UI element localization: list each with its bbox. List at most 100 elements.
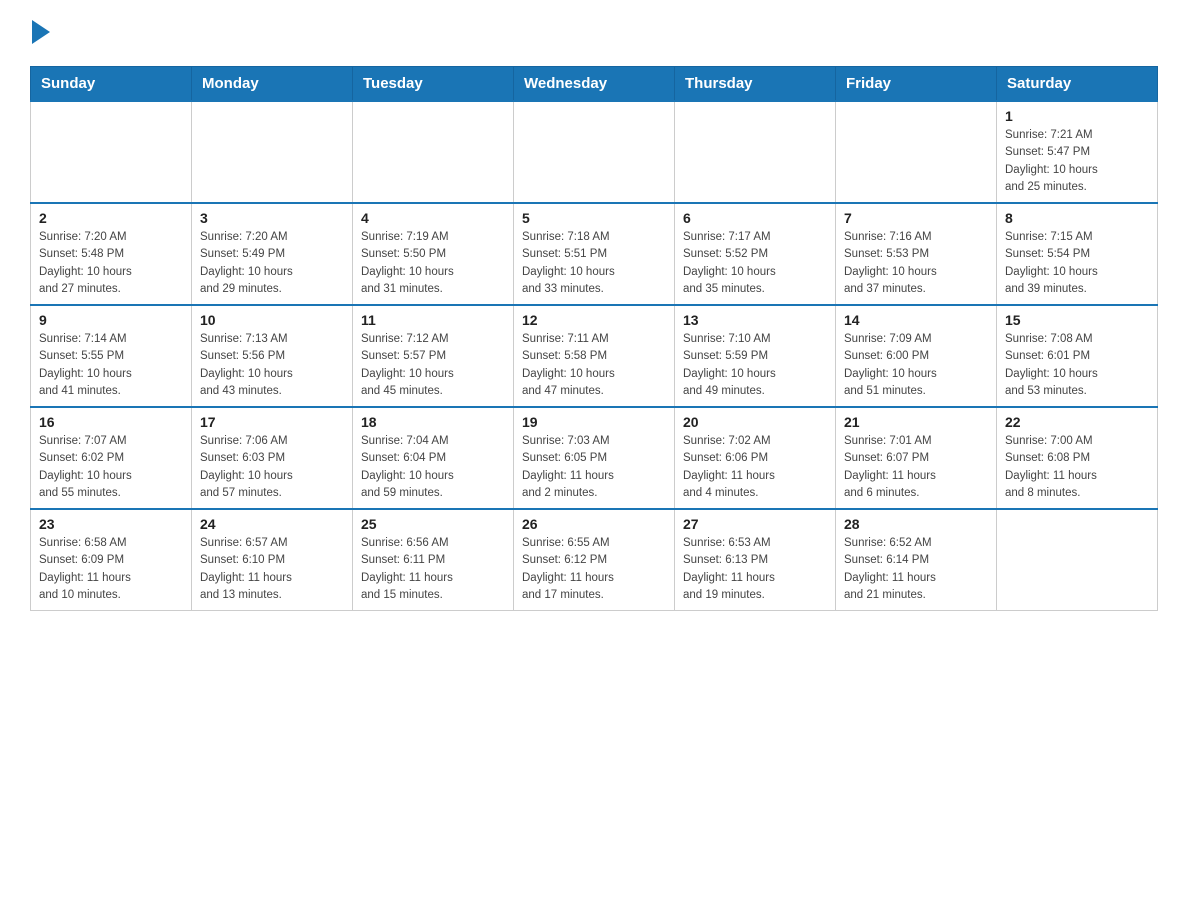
table-row: 26 Sunrise: 6:55 AMSunset: 6:12 PMDayligh… — [514, 509, 675, 611]
col-thursday: Thursday — [675, 67, 836, 102]
day-number: 3 — [200, 210, 344, 226]
col-tuesday: Tuesday — [353, 67, 514, 102]
day-number: 24 — [200, 516, 344, 532]
table-row: 20Sunrise: 7:02 AMSunset: 6:06 PMDayligh… — [675, 407, 836, 509]
day-number: 11 — [361, 312, 505, 328]
day-info: Sunrise: 6:56 AMSunset: 6:11 PMDaylight:… — [361, 535, 505, 604]
day-info: Sunrise: 7:10 AMSunset: 5:59 PMDaylight:… — [683, 331, 827, 400]
calendar-week-row: 2 Sunrise: 7:20 AMSunset: 5:48 PMDaylight… — [31, 203, 1158, 305]
table-row: 18 Sunrise: 7:04 AMSunset: 6:04 PMDayligh… — [353, 407, 514, 509]
table-row: 16 Sunrise: 7:07 AMSunset: 6:02 PMDayligh… — [31, 407, 192, 509]
table-row: 11 Sunrise: 7:12 AMSunset: 5:57 PMDayligh… — [353, 305, 514, 407]
day-info: Sunrise: 7:08 AMSunset: 6:01 PMDaylight:… — [1005, 331, 1149, 400]
table-row: 15 Sunrise: 7:08 AMSunset: 6:01 PMDayligh… — [997, 305, 1158, 407]
day-number: 21 — [844, 414, 988, 430]
table-row: 14 Sunrise: 7:09 AMSunset: 6:00 PMDayligh… — [836, 305, 997, 407]
table-row: 17 Sunrise: 7:06 AMSunset: 6:03 PMDayligh… — [192, 407, 353, 509]
day-info: Sunrise: 7:20 AMSunset: 5:48 PMDaylight:… — [39, 229, 183, 298]
day-info: Sunrise: 7:02 AMSunset: 6:06 PMDaylight:… — [683, 433, 827, 502]
table-row: 23 Sunrise: 6:58 AMSunset: 6:09 PMDayligh… — [31, 509, 192, 611]
calendar-week-row: 23 Sunrise: 6:58 AMSunset: 6:09 PMDayligh… — [31, 509, 1158, 611]
day-number: 14 — [844, 312, 988, 328]
day-info: Sunrise: 6:58 AMSunset: 6:09 PMDaylight:… — [39, 535, 183, 604]
table-row: 10 Sunrise: 7:13 AMSunset: 5:56 PMDayligh… — [192, 305, 353, 407]
day-number: 17 — [200, 414, 344, 430]
table-row: 8 Sunrise: 7:15 AMSunset: 5:54 PMDaylight… — [997, 203, 1158, 305]
day-info: Sunrise: 7:06 AMSunset: 6:03 PMDaylight:… — [200, 433, 344, 502]
day-number: 25 — [361, 516, 505, 532]
calendar-week-row: 9 Sunrise: 7:14 AMSunset: 5:55 PMDaylight… — [31, 305, 1158, 407]
day-info: Sunrise: 6:55 AMSunset: 6:12 PMDaylight:… — [522, 535, 666, 604]
col-monday: Monday — [192, 67, 353, 102]
day-number: 9 — [39, 312, 183, 328]
day-info: Sunrise: 6:52 AMSunset: 6:14 PMDaylight:… — [844, 535, 988, 604]
calendar-week-row: 1 Sunrise: 7:21 AMSunset: 5:47 PMDaylight… — [31, 101, 1158, 203]
day-info: Sunrise: 7:21 AMSunset: 5:47 PMDaylight:… — [1005, 127, 1149, 196]
table-row — [997, 509, 1158, 611]
table-row: 21 Sunrise: 7:01 AMSunset: 6:07 PMDayligh… — [836, 407, 997, 509]
day-info: Sunrise: 7:01 AMSunset: 6:07 PMDaylight:… — [844, 433, 988, 502]
day-info: Sunrise: 7:17 AMSunset: 5:52 PMDaylight:… — [683, 229, 827, 298]
day-number: 18 — [361, 414, 505, 430]
logo — [30, 20, 50, 46]
calendar-header-row: Sunday Monday Tuesday Wednesday Thursday… — [31, 67, 1158, 102]
day-info: Sunrise: 7:20 AMSunset: 5:49 PMDaylight:… — [200, 229, 344, 298]
day-number: 16 — [39, 414, 183, 430]
day-number: 1 — [1005, 108, 1149, 124]
day-number: 6 — [683, 210, 827, 226]
logo-triangle-icon — [32, 20, 50, 44]
table-row: 5 Sunrise: 7:18 AMSunset: 5:51 PMDaylight… — [514, 203, 675, 305]
table-row: 1 Sunrise: 7:21 AMSunset: 5:47 PMDaylight… — [997, 101, 1158, 203]
table-row — [675, 101, 836, 203]
day-number: 10 — [200, 312, 344, 328]
table-row: 24Sunrise: 6:57 AMSunset: 6:10 PMDayligh… — [192, 509, 353, 611]
table-row — [836, 101, 997, 203]
day-number: 7 — [844, 210, 988, 226]
day-info: Sunrise: 7:15 AMSunset: 5:54 PMDaylight:… — [1005, 229, 1149, 298]
col-saturday: Saturday — [997, 67, 1158, 102]
table-row — [514, 101, 675, 203]
table-row: 9 Sunrise: 7:14 AMSunset: 5:55 PMDaylight… — [31, 305, 192, 407]
day-number: 27 — [683, 516, 827, 532]
table-row — [353, 101, 514, 203]
table-row: 28Sunrise: 6:52 AMSunset: 6:14 PMDayligh… — [836, 509, 997, 611]
day-number: 12 — [522, 312, 666, 328]
day-number: 13 — [683, 312, 827, 328]
table-row — [31, 101, 192, 203]
table-row: 25 Sunrise: 6:56 AMSunset: 6:11 PMDayligh… — [353, 509, 514, 611]
day-number: 2 — [39, 210, 183, 226]
day-number: 26 — [522, 516, 666, 532]
day-info: Sunrise: 7:07 AMSunset: 6:02 PMDaylight:… — [39, 433, 183, 502]
day-number: 22 — [1005, 414, 1149, 430]
day-number: 8 — [1005, 210, 1149, 226]
col-friday: Friday — [836, 67, 997, 102]
table-row — [192, 101, 353, 203]
table-row: 27 Sunrise: 6:53 AMSunset: 6:13 PMDayligh… — [675, 509, 836, 611]
day-info: Sunrise: 7:14 AMSunset: 5:55 PMDaylight:… — [39, 331, 183, 400]
table-row: 12Sunrise: 7:11 AMSunset: 5:58 PMDayligh… — [514, 305, 675, 407]
calendar-table: Sunday Monday Tuesday Wednesday Thursday… — [30, 66, 1158, 611]
day-info: Sunrise: 7:09 AMSunset: 6:00 PMDaylight:… — [844, 331, 988, 400]
day-number: 15 — [1005, 312, 1149, 328]
table-row: 2 Sunrise: 7:20 AMSunset: 5:48 PMDaylight… — [31, 203, 192, 305]
table-row: 13 Sunrise: 7:10 AMSunset: 5:59 PMDayligh… — [675, 305, 836, 407]
day-info: Sunrise: 7:19 AMSunset: 5:50 PMDaylight:… — [361, 229, 505, 298]
day-number: 19 — [522, 414, 666, 430]
table-row: 22 Sunrise: 7:00 AMSunset: 6:08 PMDayligh… — [997, 407, 1158, 509]
day-info: Sunrise: 7:12 AMSunset: 5:57 PMDaylight:… — [361, 331, 505, 400]
day-number: 5 — [522, 210, 666, 226]
day-number: 4 — [361, 210, 505, 226]
table-row: 3 Sunrise: 7:20 AMSunset: 5:49 PMDaylight… — [192, 203, 353, 305]
day-number: 23 — [39, 516, 183, 532]
day-info: Sunrise: 6:53 AMSunset: 6:13 PMDaylight:… — [683, 535, 827, 604]
day-info: Sunrise: 7:03 AMSunset: 6:05 PMDaylight:… — [522, 433, 666, 502]
day-info: Sunrise: 7:00 AMSunset: 6:08 PMDaylight:… — [1005, 433, 1149, 502]
table-row: 19 Sunrise: 7:03 AMSunset: 6:05 PMDayligh… — [514, 407, 675, 509]
calendar-week-row: 16 Sunrise: 7:07 AMSunset: 6:02 PMDayligh… — [31, 407, 1158, 509]
day-info: Sunrise: 7:13 AMSunset: 5:56 PMDaylight:… — [200, 331, 344, 400]
col-sunday: Sunday — [31, 67, 192, 102]
table-row: 7Sunrise: 7:16 AMSunset: 5:53 PMDaylight… — [836, 203, 997, 305]
day-info: Sunrise: 7:18 AMSunset: 5:51 PMDaylight:… — [522, 229, 666, 298]
table-row: 4 Sunrise: 7:19 AMSunset: 5:50 PMDaylight… — [353, 203, 514, 305]
day-info: Sunrise: 7:04 AMSunset: 6:04 PMDaylight:… — [361, 433, 505, 502]
